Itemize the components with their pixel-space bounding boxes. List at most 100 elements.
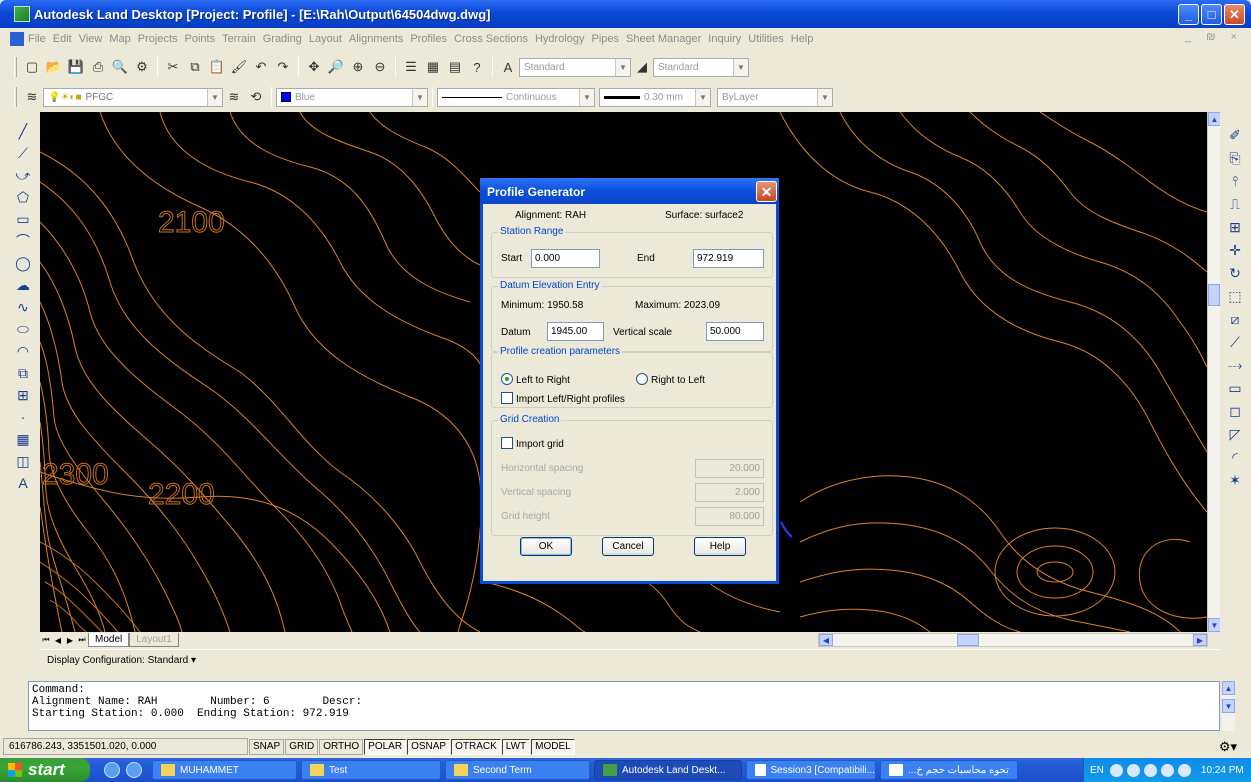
menu-profiles[interactable]: Profiles [410, 33, 447, 45]
scroll-down-icon[interactable]: ▼ [1222, 699, 1235, 713]
tray-settings-icon[interactable]: ⚙▾ [1219, 739, 1237, 755]
dim-style-select[interactable]: Standard ▼ [653, 57, 749, 77]
trim-icon[interactable]: ⟋ [1224, 331, 1246, 354]
menu-help[interactable]: Help [791, 33, 814, 45]
command-scrollbar[interactable]: ▲ ▼ [1222, 681, 1235, 731]
radio-icon[interactable] [636, 373, 648, 385]
menu-map[interactable]: Map [109, 33, 130, 45]
scroll-thumb[interactable] [1208, 284, 1220, 306]
chevron-down-icon[interactable]: ▼ [733, 58, 748, 76]
dialog-close-button[interactable]: ✕ [756, 181, 777, 202]
close-button[interactable]: ✕ [1224, 4, 1245, 25]
menu-sheet-manager[interactable]: Sheet Manager [626, 33, 701, 45]
menu-projects[interactable]: Projects [138, 33, 178, 45]
explode-icon[interactable]: ✶ [1224, 469, 1246, 492]
lwt-toggle[interactable]: LWT [501, 738, 531, 755]
ok-button[interactable]: OK [520, 537, 572, 556]
command-window[interactable]: Command: Alignment Name: RAH Number: 6 De… [28, 681, 1220, 731]
polygon-icon[interactable]: ⬠ [12, 186, 34, 208]
minimize-button[interactable]: _ [1178, 4, 1199, 25]
volume-icon[interactable] [1143, 763, 1157, 777]
move-icon[interactable]: ✛ [1224, 239, 1246, 262]
import-grid-option[interactable]: Import grid [501, 437, 564, 450]
task-test[interactable]: Test [301, 760, 441, 780]
undo-icon[interactable]: ↶ [252, 58, 270, 76]
chevron-down-icon[interactable]: ▼ [412, 88, 427, 106]
toolbar-grip[interactable] [14, 57, 17, 77]
otrack-toggle[interactable]: OTRACK [451, 738, 501, 755]
back-icon[interactable] [1109, 763, 1123, 777]
vertical-scale-field[interactable]: 50.000 [706, 322, 764, 341]
chevron-down-icon[interactable]: ▼ [615, 58, 630, 76]
mdi-controls[interactable]: _ ₪ × [1185, 31, 1243, 43]
spline-icon[interactable]: ∿ [12, 296, 34, 318]
chevron-down-icon[interactable]: ▼ [579, 88, 594, 106]
chamfer-icon[interactable]: ◸ [1224, 423, 1246, 446]
copy-icon[interactable]: ⧉ [186, 58, 204, 76]
open-icon[interactable]: 📂 [45, 58, 63, 76]
tool-palettes-icon[interactable]: ▤ [446, 58, 464, 76]
scroll-left-icon[interactable]: ◀ [819, 634, 833, 646]
save-icon[interactable]: 💾 [67, 58, 85, 76]
polar-toggle[interactable]: POLAR [364, 738, 407, 755]
datum-field[interactable]: 1945.00 [547, 322, 604, 341]
multiline-text-icon[interactable]: A [12, 472, 34, 494]
left-to-right-option[interactable]: Left to Right [501, 373, 570, 386]
checkbox-icon[interactable] [501, 392, 513, 404]
layer-select[interactable]: 💡☀◐■ PFGC ▼ [43, 87, 223, 107]
publish-icon[interactable]: ⚙ [133, 58, 151, 76]
menu-points[interactable]: Points [185, 33, 216, 45]
rectangle-icon[interactable]: ▭ [12, 208, 34, 230]
match-properties-icon[interactable]: 🖌 [230, 58, 248, 76]
offset-icon[interactable]: ⎍ [1224, 193, 1246, 216]
menu-cross-sections[interactable]: Cross Sections [454, 33, 528, 45]
ortho-toggle[interactable]: ORTHO [319, 738, 364, 755]
start-button[interactable]: start [0, 758, 90, 782]
menu-alignments[interactable]: Alignments [349, 33, 403, 45]
make-current-layer-icon[interactable]: ≋ [225, 88, 243, 106]
layer-manager-icon[interactable]: ≋ [23, 88, 41, 106]
task-session3[interactable]: Session3 [Compatibili... [746, 760, 876, 780]
prev-tab-icon[interactable]: ◀ [52, 634, 64, 647]
plot-icon[interactable]: ⎙ [89, 58, 107, 76]
right-to-left-option[interactable]: Right to Left [636, 373, 705, 386]
maximize-button[interactable]: □ [1201, 4, 1222, 25]
ellipse-arc-icon[interactable]: ◠ [12, 340, 34, 362]
network-icon[interactable] [1126, 763, 1140, 777]
menu-grading[interactable]: Grading [263, 33, 302, 45]
security-icon[interactable] [1160, 763, 1174, 777]
task-muhammet[interactable]: MUHAMMET [152, 760, 297, 780]
zoom-window-icon[interactable]: ⊕ [349, 58, 367, 76]
radio-selected-icon[interactable] [501, 373, 513, 385]
horizontal-scrollbar[interactable]: ◀ ▶ [818, 633, 1208, 647]
break-icon[interactable]: ◻ [1224, 400, 1246, 423]
first-tab-icon[interactable]: ⏮ [40, 634, 52, 647]
region-icon[interactable]: ◫ [12, 450, 34, 472]
revcloud-icon[interactable]: ☁ [12, 274, 34, 296]
point-icon[interactable]: · [12, 406, 34, 428]
help-button[interactable]: Help [694, 537, 746, 556]
ellipse-icon[interactable]: ⬭ [12, 318, 34, 340]
chevron-down-icon[interactable]: ▼ [817, 88, 832, 106]
rotate-icon[interactable]: ↻ [1224, 262, 1246, 285]
cancel-button[interactable]: Cancel [602, 537, 654, 556]
chevron-down-icon[interactable]: ▼ [207, 88, 222, 106]
break-point-icon[interactable]: ▭ [1224, 377, 1246, 400]
pan-icon[interactable]: ✥ [305, 58, 323, 76]
tab-model[interactable]: Model [88, 633, 130, 647]
mirror-icon[interactable]: ⫯ [1224, 170, 1246, 193]
stretch-icon[interactable]: ⧄ [1224, 308, 1246, 331]
menu-edit[interactable]: Edit [53, 33, 72, 45]
next-tab-icon[interactable]: ▶ [64, 634, 76, 647]
osnap-toggle[interactable]: OSNAP [407, 738, 451, 755]
task-second-term[interactable]: Second Term [445, 760, 590, 780]
scroll-up-icon[interactable]: ▲ [1222, 681, 1235, 695]
vertical-scrollbar[interactable]: ▲ ▼ [1207, 112, 1221, 632]
scroll-right-icon[interactable]: ▶ [1193, 634, 1207, 646]
color-select[interactable]: Blue ▼ [276, 87, 428, 107]
checkbox-icon[interactable] [501, 437, 513, 449]
insert-block-icon[interactable]: ⧉ [12, 362, 34, 384]
layer-previous-icon[interactable]: ⟲ [247, 88, 265, 106]
hatch-icon[interactable]: ▦ [12, 428, 34, 450]
extend-icon[interactable]: ⤏ [1224, 354, 1246, 377]
